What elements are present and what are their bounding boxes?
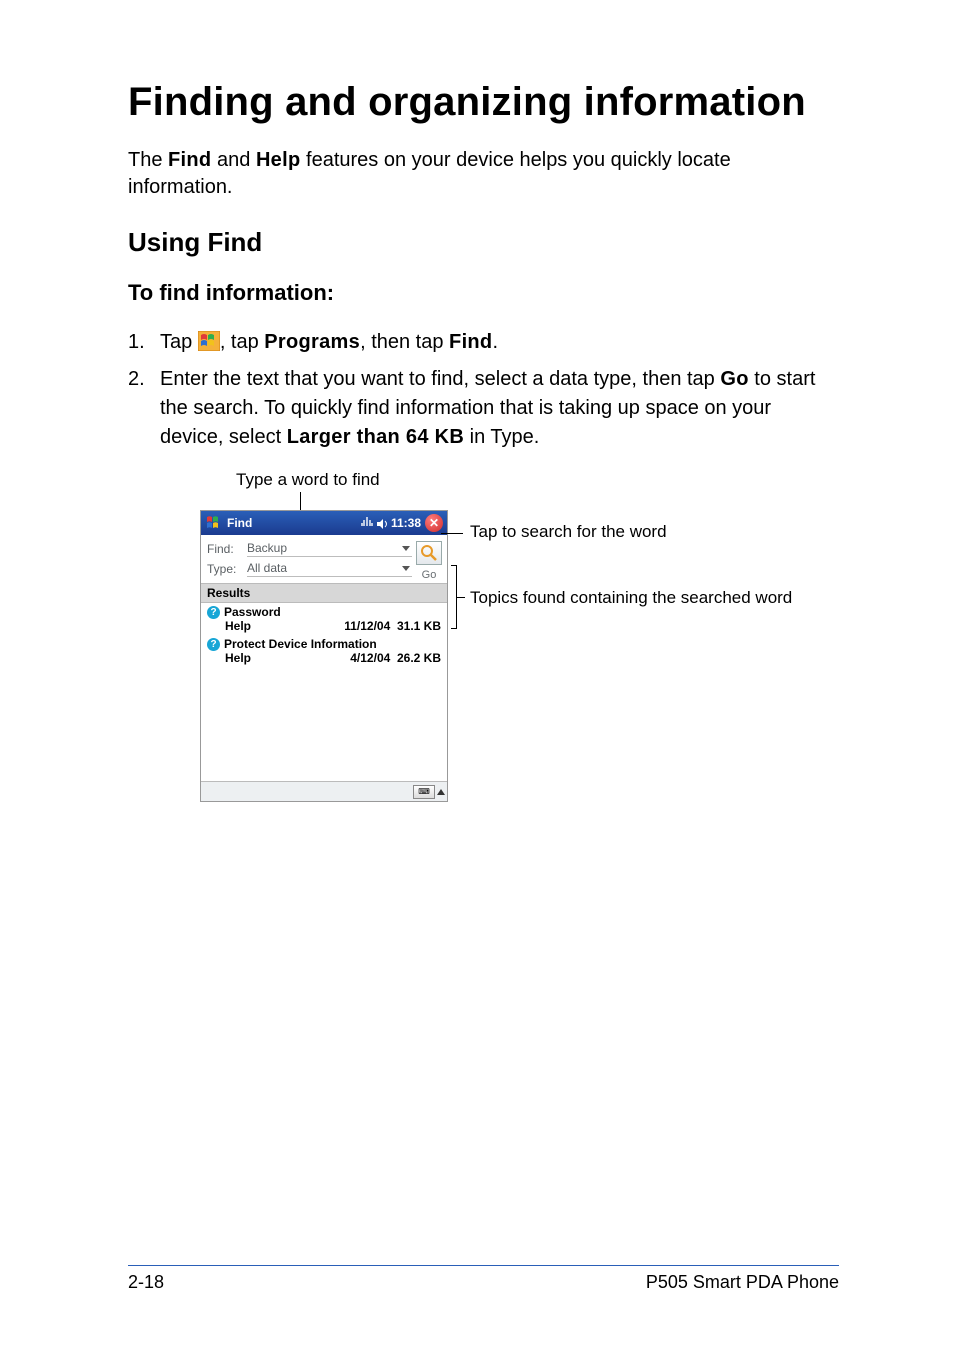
- help-icon: ?: [207, 606, 220, 619]
- result-name: Protect Device Information: [224, 637, 377, 651]
- go-label: Go: [416, 569, 442, 581]
- product-name: P505 Smart PDA Phone: [646, 1272, 839, 1293]
- result-size: 26.2 KB: [397, 651, 441, 665]
- pda-bottom-bar: ⌨: [201, 781, 447, 801]
- help-icon: ?: [207, 638, 220, 651]
- page-title: Finding and organizing information: [128, 80, 839, 125]
- result-date: 11/12/04: [344, 619, 390, 633]
- sip-up-icon[interactable]: [437, 789, 445, 795]
- window-title: Find: [227, 516, 252, 530]
- step-text: Enter the text that you want to find, se…: [160, 368, 720, 390]
- search-button[interactable]: [416, 541, 442, 565]
- magnifier-icon: [420, 544, 438, 562]
- result-source: Help: [225, 651, 251, 665]
- pda-titlebar: Find 11:38 ✕: [201, 511, 447, 535]
- step-text: , then tap: [360, 331, 449, 353]
- step-text: Tap: [160, 331, 198, 353]
- help-keyword: Help: [256, 149, 301, 171]
- callout-leader-line: [457, 597, 465, 598]
- result-item[interactable]: ? Password Help 11/12/04 31.1 KB: [201, 603, 447, 635]
- keyboard-icon[interactable]: ⌨: [413, 785, 435, 799]
- close-button[interactable]: ✕: [425, 514, 443, 532]
- step-text: , tap: [220, 331, 264, 353]
- callout-results: Topics found containing the searched wor…: [470, 588, 792, 608]
- step-number: 1.: [128, 328, 160, 357]
- find-keyword: Find: [168, 149, 211, 171]
- chevron-down-icon[interactable]: [402, 566, 410, 571]
- signal-icon: [361, 516, 373, 530]
- callout-leader-line: [441, 533, 463, 534]
- results-header: Results: [201, 583, 447, 603]
- instruction-list: 1. Tap , tap Programs, then tap Find. 2.…: [128, 328, 839, 452]
- chevron-down-icon[interactable]: [402, 546, 410, 551]
- result-source: Help: [225, 619, 251, 633]
- result-name: Password: [224, 605, 281, 619]
- intro-text: The: [128, 149, 168, 171]
- subsection-heading: To find information:: [128, 280, 839, 306]
- intro-paragraph: The Find and Help features on your devic…: [128, 147, 839, 201]
- result-size: 31.1 KB: [397, 619, 441, 633]
- type-label: Type:: [207, 562, 241, 576]
- find-label: Find:: [207, 542, 241, 556]
- callout-leader-line: [300, 492, 301, 510]
- step-text: in Type.: [464, 426, 539, 448]
- callout-type-word: Type a word to find: [236, 470, 839, 490]
- result-item[interactable]: ? Protect Device Information Help 4/12/0…: [201, 635, 447, 667]
- larger-keyword: Larger than 64 KB: [287, 426, 464, 448]
- page-number: 2-18: [128, 1272, 164, 1293]
- go-keyword: Go: [720, 368, 748, 390]
- find-value: Backup: [247, 541, 287, 555]
- find-keyword: Find: [449, 331, 492, 353]
- start-menu-icon[interactable]: [205, 514, 223, 532]
- type-select[interactable]: All data: [247, 561, 412, 577]
- step-text: .: [492, 331, 498, 353]
- status-icons: 11:38: [361, 516, 421, 530]
- speaker-icon: [376, 517, 388, 529]
- clock-time: 11:38: [391, 516, 421, 530]
- intro-text: and: [211, 149, 255, 171]
- section-heading: Using Find: [128, 227, 839, 258]
- results-list: ? Password Help 11/12/04 31.1 KB ? Prote…: [201, 603, 447, 781]
- type-value: All data: [247, 561, 287, 575]
- step-number: 2.: [128, 365, 160, 452]
- programs-keyword: Programs: [264, 331, 360, 353]
- pda-find-screenshot: Find 11:38 ✕ Find: Backup: [200, 510, 448, 802]
- result-date: 4/12/04: [350, 651, 390, 665]
- find-input[interactable]: Backup: [247, 541, 412, 557]
- page-footer: 2-18 P505 Smart PDA Phone: [128, 1265, 839, 1293]
- callout-go: Tap to search for the word: [470, 522, 667, 542]
- start-menu-icon: [198, 331, 220, 351]
